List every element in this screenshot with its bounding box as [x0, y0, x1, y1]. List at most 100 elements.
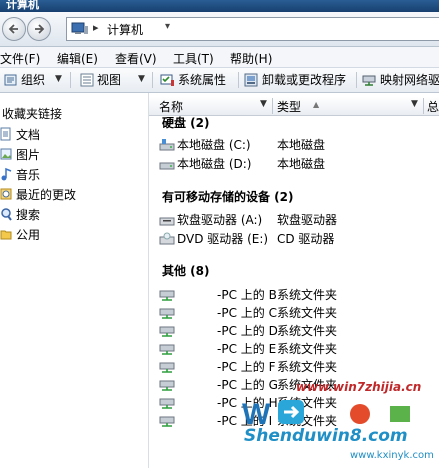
network-drive-icon — [159, 398, 175, 409]
address-bar-area: ▸ 计算机 ▾ — [0, 12, 439, 47]
network-drive-icon — [159, 308, 175, 319]
network-drive-icon — [159, 326, 175, 337]
back-button[interactable] — [2, 17, 26, 41]
group-removable-storage[interactable]: 有可移动存储的设备 (2) — [162, 188, 294, 205]
list-item-network-share[interactable]: -PC 上的 I 系统文件夹 — [159, 413, 337, 429]
public-folder-icon — [0, 230, 12, 240]
column-divider[interactable] — [423, 98, 424, 114]
nav-item-music[interactable]: 音乐 — [0, 166, 40, 184]
column-divider[interactable] — [272, 98, 273, 114]
sort-arrow-icon: ▲ — [313, 100, 320, 109]
navigation-pane: 收藏夹链接 文档 图片 音乐 最近的更改 搜索 公用 — [0, 93, 149, 468]
organize-icon — [4, 74, 17, 86]
title-bar: 计算机 — [0, 0, 439, 12]
list-item-network-share[interactable]: -PC 上的 F 系统文件夹 — [159, 359, 337, 375]
network-drive-icon — [362, 75, 376, 86]
list-item-floppy-a[interactable]: 软盘驱动器 (A:) 软盘驱动器 — [159, 212, 337, 228]
menu-help[interactable]: 帮助(H) — [230, 50, 272, 67]
list-item-network-share[interactable]: -PC 上的 D 系统文件夹 — [159, 323, 337, 339]
drive-type: 软盘驱动器 — [277, 213, 338, 227]
address-bar[interactable]: ▸ 计算机 ▾ — [66, 17, 439, 41]
chevron-down-icon[interactable]: ▼ — [411, 99, 418, 109]
list-item-drive-c[interactable]: 本地磁盘 (C:) 本地磁盘 — [159, 137, 325, 153]
list-item-network-share[interactable]: -PC 上的 E 系统文件夹 — [159, 341, 337, 357]
menu-file[interactable]: 文件(F) — [0, 50, 40, 67]
documents-icon — [0, 127, 11, 141]
menu-tools[interactable]: 工具(T) — [173, 50, 214, 67]
share-type: 系统文件夹 — [277, 342, 338, 356]
menu-bar: 文件(F) 编辑(E) 查看(V) 工具(T) 帮助(H) — [0, 47, 439, 68]
hard-drive-icon — [159, 139, 175, 151]
views-icon — [80, 73, 94, 87]
list-item-dvd-e[interactable]: DVD 驱动器 (E:) CD 驱动器 — [159, 231, 334, 247]
share-type: 系统文件夹 — [277, 414, 338, 428]
list-item-network-share[interactable]: -PC 上的 G 系统文件夹 — [159, 377, 337, 393]
share-name: -PC 上的 G — [217, 378, 278, 392]
share-type: 系统文件夹 — [277, 378, 338, 392]
nav-item-recent-changes[interactable]: 最近的更改 — [0, 186, 76, 204]
menu-edit[interactable]: 编辑(E) — [57, 50, 98, 67]
uninstall-label: 卸载或更改程序 — [262, 73, 347, 87]
share-type: 系统文件夹 — [277, 360, 338, 374]
toolbar-divider — [356, 72, 357, 88]
window-title: 计算机 — [6, 0, 39, 11]
network-drive-icon — [159, 380, 175, 391]
command-toolbar: 组织 ▼ 视图 ▼ 系统属性 卸载或更改程序 映射网络驱 — [0, 68, 439, 93]
pictures-icon — [0, 148, 12, 160]
system-properties-button[interactable]: 系统属性 — [160, 72, 226, 88]
drive-type: 本地磁盘 — [277, 138, 326, 152]
list-item-network-share[interactable]: -PC 上的 B 系统文件夹 — [159, 287, 337, 303]
drive-name: 本地磁盘 (C:) — [177, 138, 251, 152]
hard-drive-icon — [159, 162, 175, 170]
chevron-down-icon[interactable]: ▼ — [260, 99, 267, 109]
group-hard-disks[interactable]: 硬盘 (2) — [162, 114, 210, 131]
list-item-network-share[interactable]: -PC 上的 H 系统文件夹 — [159, 395, 337, 411]
breadcrumb-location[interactable]: 计算机 — [107, 21, 143, 38]
chevron-down-icon[interactable]: ▼ — [55, 74, 62, 84]
nav-item-documents[interactable]: 文档 — [0, 126, 40, 144]
share-type: 系统文件夹 — [277, 324, 338, 338]
nav-item-public[interactable]: 公用 — [0, 226, 40, 244]
network-drive-icon — [159, 290, 175, 301]
column-header-name[interactable]: 名称 — [159, 98, 183, 115]
share-name: -PC 上的 B — [217, 288, 277, 302]
forward-button[interactable] — [27, 17, 51, 41]
menu-view[interactable]: 查看(V) — [115, 50, 157, 67]
toolbar-divider — [70, 72, 71, 88]
chevron-down-icon[interactable]: ▾ — [165, 21, 170, 32]
breadcrumb-separator[interactable]: ▸ — [93, 21, 99, 34]
uninstall-button[interactable]: 卸载或更改程序 — [244, 72, 346, 88]
music-icon — [1, 167, 12, 181]
column-header-total[interactable]: 总 — [427, 98, 439, 115]
system-properties-label: 系统属性 — [178, 73, 227, 87]
views-button[interactable]: 视图 — [80, 72, 121, 88]
drive-name: 软盘驱动器 (A:) — [177, 213, 263, 227]
drive-name: DVD 驱动器 (E:) — [177, 232, 269, 246]
share-type: 系统文件夹 — [277, 288, 338, 302]
list-item-network-share[interactable]: -PC 上的 C 系统文件夹 — [159, 305, 337, 321]
organize-button[interactable]: 组织 — [4, 72, 45, 88]
nav-item-search[interactable]: 搜索 — [0, 206, 40, 224]
group-other[interactable]: 其他 (8) — [162, 262, 210, 279]
share-name: -PC 上的 E — [217, 342, 277, 356]
floppy-drive-icon — [159, 217, 175, 226]
network-drive-icon — [159, 362, 175, 373]
file-list-pane: 名称 ▼ 类型 ▲ ▼ 总 硬盘 (2) 本地磁盘 (C:) 本地磁盘 本地磁盘… — [149, 93, 439, 468]
share-name: -PC 上的 D — [217, 324, 278, 338]
nav-item-pictures[interactable]: 图片 — [0, 146, 40, 164]
drive-type: CD 驱动器 — [277, 232, 335, 246]
network-drive-icon — [159, 344, 175, 355]
network-drive-icon — [159, 416, 175, 427]
list-item-drive-d[interactable]: 本地磁盘 (D:) 本地磁盘 — [159, 156, 325, 172]
share-type: 系统文件夹 — [277, 306, 338, 320]
share-type: 系统文件夹 — [277, 396, 338, 410]
favorite-links-heading: 收藏夹链接 — [2, 107, 63, 121]
dvd-drive-icon — [159, 232, 175, 245]
share-name: -PC 上的 F — [217, 360, 276, 374]
back-arrow-icon — [8, 24, 18, 34]
chevron-down-icon[interactable]: ▼ — [138, 74, 145, 84]
share-name: -PC 上的 C — [217, 306, 277, 320]
map-network-drive-button[interactable]: 映射网络驱 — [362, 72, 439, 88]
column-header-type[interactable]: 类型 — [277, 98, 301, 115]
recent-changes-icon — [0, 188, 12, 200]
